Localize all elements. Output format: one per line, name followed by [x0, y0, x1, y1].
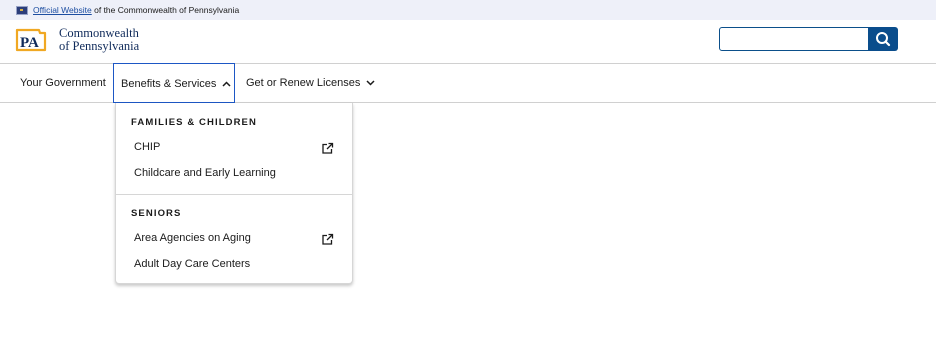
banner-text: Official Website of the Commonwealth of …: [33, 4, 239, 16]
menu-link-chip[interactable]: CHIP: [134, 141, 160, 153]
logo-mark-text: PA: [20, 35, 39, 51]
benefits-dropdown-menu: FAMILIES & CHILDREN CHIP Childcare and E…: [115, 103, 353, 284]
group-title-seniors: SENIORS: [131, 208, 182, 219]
logo-line-2: of Pennsylvania: [59, 39, 140, 53]
official-banner: Official Website of the Commonwealth of …: [0, 0, 936, 20]
nav-your-government[interactable]: Your Government: [20, 64, 106, 103]
nav-benefits-services[interactable]: Benefits & Services: [113, 63, 235, 103]
logo-text[interactable]: Commonwealth of Pennsylvania: [59, 27, 139, 53]
official-website-link[interactable]: Official Website: [33, 5, 92, 15]
us-flag-icon: [16, 6, 28, 15]
nav-label: Your Government: [20, 77, 106, 89]
main-nav: Your Government Benefits & Services Get …: [0, 63, 936, 103]
chevron-down-icon: [366, 80, 375, 86]
menu-link-adult-day-care[interactable]: Adult Day Care Centers: [134, 258, 250, 270]
external-link-icon[interactable]: [321, 233, 334, 246]
search-input[interactable]: [719, 27, 869, 51]
nav-label: Benefits & Services: [121, 78, 217, 90]
chevron-up-icon: [222, 81, 231, 87]
external-link-icon[interactable]: [321, 142, 334, 155]
pa-logo-icon[interactable]: PA: [14, 27, 48, 53]
menu-divider: [116, 194, 352, 195]
group-title-families: FAMILIES & CHILDREN: [131, 117, 257, 128]
banner-suffix: of the Commonwealth of Pennsylvania: [94, 5, 240, 15]
search-icon: [876, 32, 891, 47]
menu-link-childcare[interactable]: Childcare and Early Learning: [134, 167, 276, 179]
nav-label: Get or Renew Licenses: [246, 77, 361, 89]
search-button[interactable]: [868, 27, 898, 51]
nav-get-renew-licenses[interactable]: Get or Renew Licenses: [246, 64, 375, 103]
menu-link-area-agencies[interactable]: Area Agencies on Aging: [134, 232, 251, 244]
